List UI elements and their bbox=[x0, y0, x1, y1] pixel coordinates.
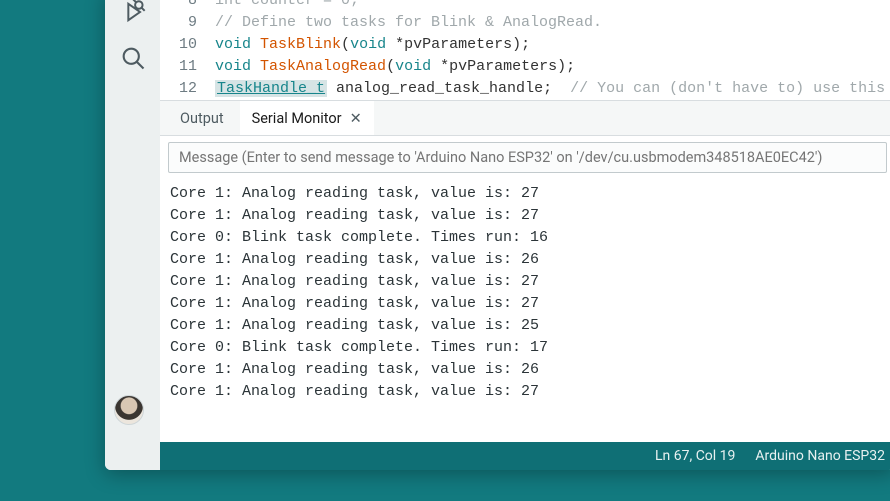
code-editor[interactable]: 89101112 int counter = 0;// Define two t… bbox=[160, 0, 890, 100]
search-icon[interactable] bbox=[119, 44, 147, 72]
serial-message-input[interactable] bbox=[168, 142, 887, 173]
status-bar: Ln 67, Col 19 Arduino Nano ESP32 bbox=[160, 442, 890, 470]
close-icon[interactable]: ✕ bbox=[350, 110, 362, 127]
panel-tabs: Output Serial Monitor ✕ bbox=[160, 100, 890, 136]
cursor-position: Ln 67, Col 19 bbox=[655, 448, 735, 464]
code-content[interactable]: int counter = 0;// Define two tasks for … bbox=[215, 0, 890, 100]
avatar[interactable] bbox=[114, 395, 144, 425]
line-gutter: 89101112 bbox=[160, 0, 215, 100]
serial-console[interactable]: Core 1: Analog reading task, value is: 2… bbox=[160, 179, 890, 442]
debug-icon[interactable] bbox=[119, 0, 147, 26]
main-panel: 89101112 int counter = 0;// Define two t… bbox=[160, 0, 890, 470]
tab-label: Output bbox=[180, 110, 224, 127]
board-name: Arduino Nano ESP32 bbox=[755, 448, 885, 464]
ide-window: 89101112 int counter = 0;// Define two t… bbox=[105, 0, 890, 470]
serial-input-row bbox=[160, 136, 890, 179]
tab-label: Serial Monitor bbox=[252, 110, 342, 127]
tab-output[interactable]: Output bbox=[168, 101, 236, 135]
tab-serial-monitor[interactable]: Serial Monitor ✕ bbox=[240, 101, 374, 135]
